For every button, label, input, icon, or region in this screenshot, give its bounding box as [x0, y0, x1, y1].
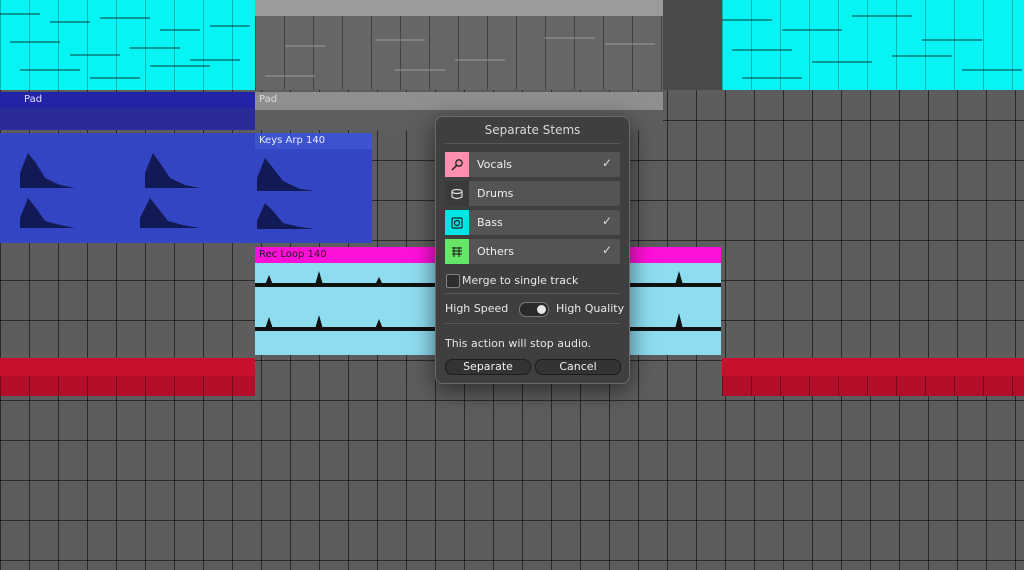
midi-notes [0, 13, 250, 79]
waveform [257, 158, 315, 229]
cancel-button[interactable]: Cancel [535, 359, 621, 375]
toggle-knob [537, 305, 546, 314]
divider [445, 293, 620, 294]
stem-row-bass[interactable]: Bass ✓ [445, 210, 620, 235]
clip-name: Pad [259, 94, 278, 105]
midi-notes [722, 15, 1022, 79]
keys-arp-clip[interactable]: Keys Arp 140 [255, 133, 372, 243]
drum-icon [445, 181, 469, 206]
merge-label: Merge to single track [462, 274, 579, 287]
sheet-music-icon [445, 239, 469, 264]
stem-label: Others [477, 245, 514, 258]
divider [445, 143, 620, 144]
red-clip-right[interactable] [722, 358, 1024, 396]
high-speed-label: High Speed [445, 302, 509, 315]
cyan-midi-clip-right[interactable] [722, 0, 1024, 90]
track-gap [663, 0, 722, 90]
speaker-icon [445, 210, 469, 235]
separate-button[interactable]: Separate [445, 359, 531, 375]
checkmark-icon: ✓ [601, 214, 612, 228]
clip-name: Pad [24, 94, 43, 105]
separate-stems-dialog: Separate Stems Vocals ✓ Drums Bass ✓ Oth… [435, 116, 630, 384]
merge-checkbox[interactable] [446, 274, 460, 288]
stem-label: Drums [477, 187, 514, 200]
stem-row-drums[interactable]: Drums [445, 181, 620, 206]
checkmark-icon: ✓ [601, 156, 612, 170]
dialog-title: Separate Stems [484, 123, 581, 137]
stem-row-vocals[interactable]: Vocals ✓ [445, 152, 620, 177]
checkmark-icon: ✓ [601, 243, 612, 257]
gray-midi-clip-mid[interactable] [255, 0, 663, 90]
high-quality-label: High Quality [556, 302, 625, 315]
warning-text: This action will stop audio. [445, 337, 592, 350]
stem-row-others[interactable]: Others ✓ [445, 239, 620, 264]
divider [445, 323, 620, 324]
waveform [20, 153, 200, 228]
cyan-midi-clip-left[interactable] [0, 0, 255, 90]
audio-clip-left[interactable] [0, 133, 255, 243]
red-clip-left[interactable] [0, 358, 255, 396]
clip-name: Keys Arp 140 [259, 135, 326, 146]
microphone-icon [445, 152, 469, 177]
quality-toggle[interactable] [519, 302, 549, 317]
stem-label: Vocals [477, 158, 512, 171]
stem-label: Bass [477, 216, 503, 229]
pad-clip-left[interactable]: Pad [0, 92, 255, 130]
